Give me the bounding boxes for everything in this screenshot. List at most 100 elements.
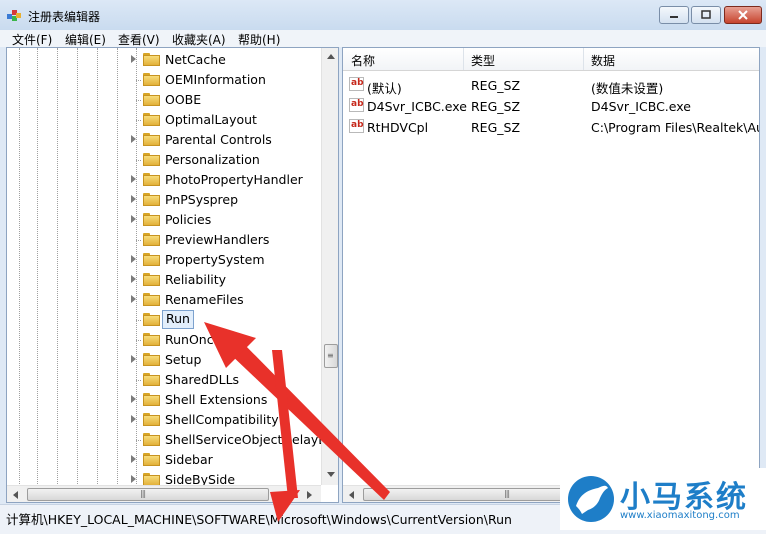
expand-arrow-icon[interactable]	[131, 255, 136, 263]
scroll-left-icon[interactable]	[13, 491, 18, 499]
column-divider[interactable]	[463, 48, 464, 70]
tree-item[interactable]: OOBE	[7, 90, 322, 110]
tree-scroll-thumb[interactable]: ≡	[324, 344, 338, 368]
tree-item-label: SharedDLLs	[165, 372, 240, 387]
scroll-down-icon[interactable]	[327, 472, 335, 477]
tree-item[interactable]: NetCache	[7, 50, 322, 70]
expand-arrow-icon[interactable]	[131, 135, 136, 143]
scroll-up-icon[interactable]	[327, 54, 335, 59]
tree-item-label: Reliability	[165, 272, 227, 287]
tree-item[interactable]: PhotoPropertyHandler	[7, 170, 322, 190]
grip-icon: |||	[140, 489, 146, 498]
tree-connector	[136, 340, 141, 341]
tree-item[interactable]: Parental Controls	[7, 130, 322, 150]
tree-item-label: Setup	[165, 352, 202, 367]
folder-icon	[143, 353, 160, 366]
expand-arrow-icon[interactable]	[131, 295, 136, 303]
minimize-button[interactable]	[659, 6, 689, 24]
status-path: 计算机\HKEY_LOCAL_MACHINE\SOFTWARE\Microsof…	[6, 512, 512, 527]
list-row[interactable]: ab RtHDVCpl REG_SZ C:\Program Files\Realtek…	[343, 116, 759, 137]
folder-icon	[143, 213, 160, 226]
watermark-url: www.xiaomaxitong.com	[620, 510, 740, 521]
tree-item-label: Run	[162, 310, 194, 329]
expand-arrow-icon[interactable]	[131, 215, 136, 223]
menu-favorites[interactable]: 收藏夹(A)	[172, 31, 226, 48]
tree-item[interactable]: OptimalLayout	[7, 110, 322, 130]
folder-icon	[143, 413, 160, 426]
tree-item[interactable]: RunOnce	[7, 330, 322, 350]
tree-connector	[136, 380, 141, 381]
tree-item-label: Sidebar	[165, 452, 213, 467]
expand-arrow-icon[interactable]	[131, 455, 136, 463]
value-name: RtHDVCpl	[367, 120, 429, 135]
list-row[interactable]: ab D4Svr_ICBC.exe REG_SZ D4Svr_ICBC.exe	[343, 95, 759, 116]
tree-hscroll-thumb[interactable]: |||	[27, 488, 269, 501]
tree-item-label: ShellServiceObjectDelayLoad	[165, 432, 339, 447]
tree-connector	[136, 120, 141, 121]
value-name: D4Svr_ICBC.exe	[367, 99, 467, 114]
expand-arrow-icon[interactable]	[131, 55, 136, 63]
column-header-data[interactable]: 数据	[591, 52, 615, 69]
tree-item[interactable]: Shell Extensions	[7, 390, 322, 410]
string-value-icon: ab	[349, 119, 364, 133]
expand-arrow-icon[interactable]	[131, 415, 136, 423]
tree-item[interactable]: Reliability	[7, 270, 322, 290]
expand-arrow-icon[interactable]	[131, 175, 136, 183]
tree-horizontal-scrollbar[interactable]: |||	[7, 485, 321, 502]
tree-item[interactable]: ShellServiceObjectDelayLoad	[7, 430, 338, 450]
menu-help[interactable]: 帮助(H)	[238, 31, 280, 48]
maximize-button[interactable]	[691, 6, 721, 24]
menu-edit[interactable]: 编辑(E)	[65, 31, 106, 48]
value-data: C:\Program Files\Realtek\Audio	[591, 120, 759, 135]
expand-arrow-icon[interactable]	[131, 275, 136, 283]
folder-icon	[143, 73, 160, 86]
tree-connector	[136, 100, 141, 101]
tree-item[interactable]: Setup	[7, 350, 322, 370]
scroll-left-icon[interactable]	[349, 491, 354, 499]
tree-item-label: OOBE	[165, 92, 202, 107]
folder-icon	[143, 233, 160, 246]
folder-icon	[143, 293, 160, 306]
tree-item[interactable]: OEMInformation	[7, 70, 322, 90]
list-row[interactable]: ab (默认) REG_SZ (数值未设置)	[343, 74, 759, 96]
watermark: 小马系统 www.xiaomaxitong.com	[560, 468, 766, 530]
tree-item[interactable]: PropertySystem	[7, 250, 322, 270]
tree-connector	[136, 240, 141, 241]
tree-item-label: OptimalLayout	[165, 112, 257, 127]
menu-view[interactable]: 查看(V)	[118, 31, 160, 48]
tree-item[interactable]: ShellCompatibility	[7, 410, 322, 430]
tree-vertical-scrollbar[interactable]: ≡	[321, 48, 338, 485]
column-divider[interactable]	[583, 48, 584, 70]
value-type: REG_SZ	[471, 99, 521, 114]
registry-tree[interactable]: NetCache OEMInformation OOBE OptimalLayout P…	[6, 47, 339, 503]
tree-item[interactable]: SharedDLLs	[7, 370, 322, 390]
tree-item[interactable]: Personalization	[7, 150, 322, 170]
folder-icon	[143, 93, 160, 106]
tree-item[interactable]: Policies	[7, 210, 322, 230]
expand-arrow-icon[interactable]	[131, 395, 136, 403]
expand-arrow-icon[interactable]	[131, 355, 136, 363]
tree-item[interactable]: Sidebar	[7, 450, 322, 470]
close-icon	[738, 10, 748, 20]
folder-icon	[143, 313, 160, 326]
tree-item[interactable]: PreviewHandlers	[7, 230, 322, 250]
grip-icon: |||	[504, 489, 510, 498]
tree-item[interactable]: Run	[7, 310, 322, 330]
minimize-icon	[670, 16, 678, 18]
tree-item[interactable]: PnPSysprep	[7, 190, 322, 210]
scroll-right-icon[interactable]	[307, 491, 312, 499]
value-type: REG_SZ	[471, 120, 521, 135]
values-list[interactable]: 名称 类型 数据 ab (默认) REG_SZ (数值未设置)ab D4Svr_ICBC…	[342, 47, 760, 503]
tree-item[interactable]: RenameFiles	[7, 290, 322, 310]
column-header-name[interactable]: 名称	[351, 52, 375, 69]
tree-item-label: PreviewHandlers	[165, 232, 270, 247]
tree-item-label: Personalization	[165, 152, 260, 167]
menu-file[interactable]: 文件(F)	[12, 31, 52, 48]
tree-connector	[136, 440, 141, 441]
expand-arrow-icon[interactable]	[131, 475, 136, 483]
close-button[interactable]	[724, 6, 762, 24]
column-header-type[interactable]: 类型	[471, 52, 495, 69]
tree-item-label: Policies	[165, 212, 212, 227]
expand-arrow-icon[interactable]	[131, 195, 136, 203]
tree-connector	[136, 320, 141, 321]
